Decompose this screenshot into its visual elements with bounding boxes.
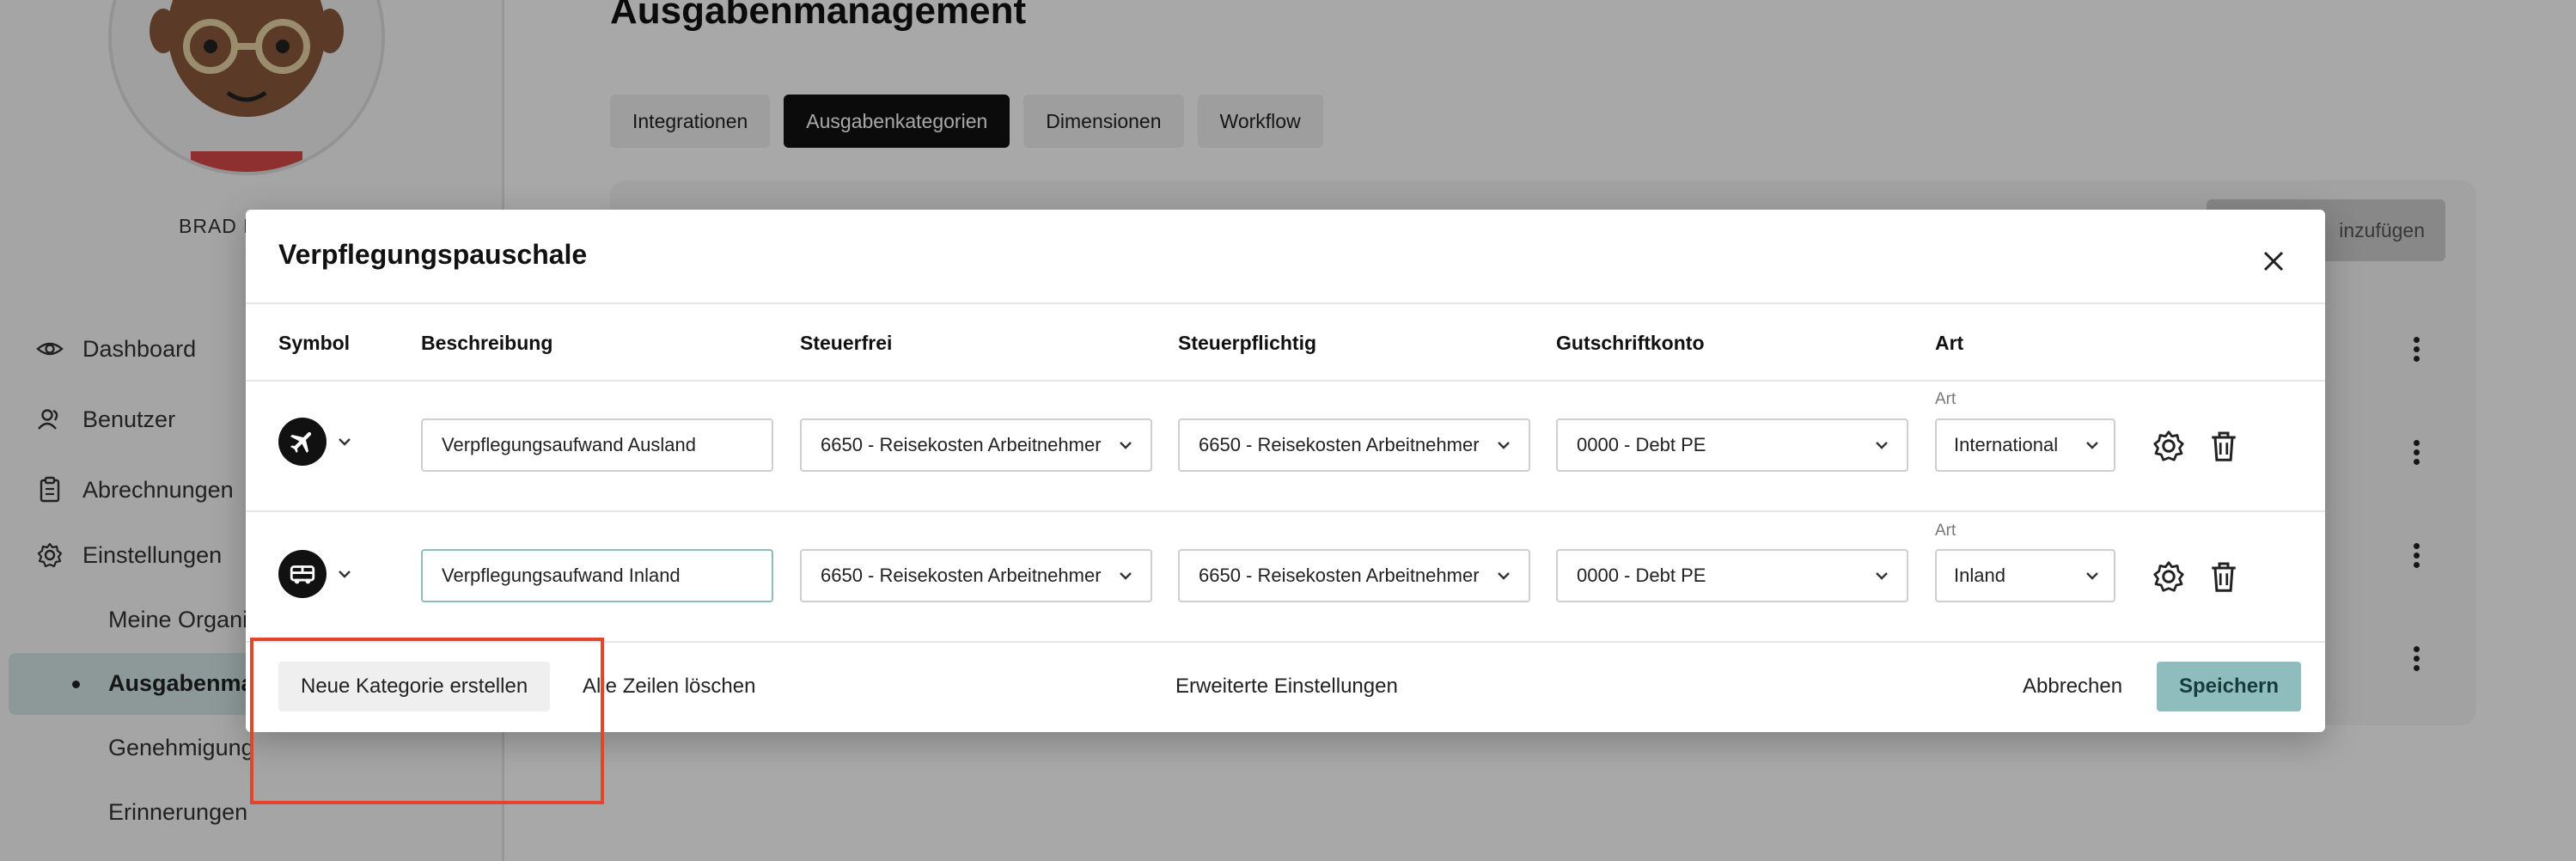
settings-icon[interactable] bbox=[2152, 429, 2186, 463]
select-value: 0000 - Debt PE bbox=[1577, 434, 1706, 455]
select-value: 6650 - Reisekosten Arbeitnehmer bbox=[1199, 565, 1480, 586]
modal-title: Verpflegungspauschale bbox=[278, 239, 588, 270]
airplane-icon bbox=[290, 431, 312, 454]
column-header-steuerfrei: Steuerfrei bbox=[800, 332, 893, 354]
chevron-down-icon[interactable] bbox=[335, 432, 354, 451]
column-header-beschreibung: Beschreibung bbox=[421, 332, 553, 354]
settings-icon[interactable] bbox=[2152, 559, 2186, 594]
select-value: 6650 - Reisekosten Arbeitnehmer bbox=[821, 565, 1102, 586]
select-value: International bbox=[1954, 434, 2059, 455]
close-icon[interactable] bbox=[2256, 244, 2291, 278]
chevron-down-icon bbox=[1876, 442, 1888, 449]
trash-icon[interactable] bbox=[2207, 559, 2241, 594]
symbol-picker[interactable] bbox=[278, 550, 327, 598]
art-label: Art bbox=[1935, 390, 1956, 408]
chevron-down-icon bbox=[1120, 442, 1132, 449]
save-button[interactable]: Speichern bbox=[2157, 662, 2302, 711]
art-select[interactable]: Inland bbox=[1935, 549, 2115, 602]
chevron-down-icon[interactable] bbox=[335, 565, 354, 583]
select-value: 6650 - Reisekosten Arbeitnehmer bbox=[821, 434, 1102, 455]
chevron-down-icon bbox=[2086, 442, 2098, 449]
trash-icon[interactable] bbox=[2207, 429, 2241, 463]
column-header-symbol: Symbol bbox=[278, 332, 351, 354]
divider bbox=[246, 302, 2325, 304]
art-select[interactable]: International bbox=[1935, 418, 2115, 472]
divider bbox=[246, 380, 2325, 382]
delete-all-rows-button[interactable]: Alle Zeilen löschen bbox=[583, 662, 755, 711]
cancel-button[interactable]: Abbrechen bbox=[2023, 662, 2122, 711]
bus-icon bbox=[290, 565, 315, 584]
description-input[interactable]: Verpflegungsaufwand Inland bbox=[421, 549, 773, 602]
divider bbox=[246, 510, 2325, 512]
advanced-settings-button[interactable]: Erweiterte Einstellungen bbox=[1175, 662, 1398, 711]
symbol-picker[interactable] bbox=[278, 418, 327, 466]
column-header-gutschriftkonto: Gutschriftkonto bbox=[1556, 332, 1705, 354]
select-value: 0000 - Debt PE bbox=[1577, 565, 1706, 586]
select-value: 6650 - Reisekosten Arbeitnehmer bbox=[1199, 434, 1480, 455]
description-input[interactable]: Verpflegungsaufwand Ausland bbox=[421, 418, 773, 472]
steuerpflichtig-select[interactable]: 6650 - Reisekosten Arbeitnehmer bbox=[1178, 549, 1530, 602]
column-header-steuerpflichtig: Steuerpflichtig bbox=[1178, 332, 1317, 354]
steuerfrei-select[interactable]: 6650 - Reisekosten Arbeitnehmer bbox=[800, 418, 1152, 472]
art-label: Art bbox=[1935, 522, 1956, 540]
highlight-box bbox=[250, 638, 604, 804]
chevron-down-icon bbox=[1120, 572, 1132, 580]
chevron-down-icon bbox=[1498, 442, 1510, 449]
steuerfrei-select[interactable]: 6650 - Reisekosten Arbeitnehmer bbox=[800, 549, 1152, 602]
select-value: Inland bbox=[1954, 565, 2005, 586]
gutschriftkonto-select[interactable]: 0000 - Debt PE bbox=[1556, 549, 1908, 602]
chevron-down-icon bbox=[2086, 572, 2098, 580]
chevron-down-icon bbox=[1498, 572, 1510, 580]
steuerpflichtig-select[interactable]: 6650 - Reisekosten Arbeitnehmer bbox=[1178, 418, 1530, 472]
chevron-down-icon bbox=[1876, 572, 1888, 580]
gutschriftkonto-select[interactable]: 0000 - Debt PE bbox=[1556, 418, 1908, 472]
column-header-art: Art bbox=[1935, 332, 1964, 354]
